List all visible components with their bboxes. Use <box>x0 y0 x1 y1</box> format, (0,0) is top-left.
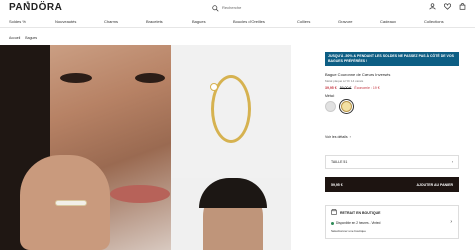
product-image[interactable] <box>171 45 291 178</box>
nav-item[interactable]: Colliers <box>297 19 310 24</box>
price-original: 59,00 € <box>339 86 352 90</box>
chevron-right-icon: › <box>349 135 351 139</box>
breadcrumb: Accueil Bagues <box>9 36 37 40</box>
heart-icon[interactable] <box>444 3 451 12</box>
chevron-right-icon: › <box>451 160 453 164</box>
product-panel: JUSQU'À -50% & PENDANT LES SOLDES NE PAS… <box>325 52 459 112</box>
nav-item[interactable]: Charms <box>104 19 118 24</box>
nav-item[interactable]: Nouveautés <box>55 19 76 24</box>
nav-item[interactable]: Cadeaux <box>380 19 396 24</box>
details-link[interactable]: Voir les détails › <box>325 135 351 139</box>
nav-item[interactable]: Soldes % <box>9 19 26 24</box>
nav-item[interactable]: Boucles d'Oreilles <box>233 19 265 24</box>
breadcrumb-home[interactable]: Accueil <box>9 36 20 40</box>
select-store-link[interactable]: Sélectionner une boutique <box>331 229 453 233</box>
store-pickup-box[interactable]: RETRAIT EN BOUTIQUE Disponible en 2 heur… <box>325 205 459 239</box>
nav-item[interactable]: Bracelets <box>146 19 163 24</box>
nav-item[interactable]: Bagues <box>192 19 206 24</box>
swatch-silver[interactable] <box>325 101 336 112</box>
add-to-cart-button[interactable]: 59,95 € AJOUTER AU PANIER <box>325 177 459 192</box>
model-photo-secondary[interactable] <box>171 178 291 250</box>
pickup-header: RETRAIT EN BOUTIQUE <box>331 209 453 216</box>
bag-icon[interactable] <box>459 3 466 12</box>
logo[interactable]: PANDÖRA <box>9 2 62 13</box>
availability-dot <box>331 221 334 225</box>
details-label: Voir les détails <box>325 135 348 139</box>
search-bar[interactable]: Recherche <box>212 3 274 12</box>
product-subtitle: Métal plaqué à l'Or 14 carats <box>325 79 364 83</box>
size-selector[interactable]: TAILLE 51 › <box>325 155 459 169</box>
breadcrumb-current[interactable]: Bagues <box>25 36 37 40</box>
cta-price: 59,95 € <box>331 182 343 187</box>
crown-icon: ♛ <box>26 0 30 5</box>
metal-swatches <box>325 101 459 112</box>
search-icon <box>212 0 219 17</box>
header-icons <box>429 3 466 12</box>
ring-icon <box>210 75 251 143</box>
ring-on-finger <box>55 200 87 206</box>
nav-item[interactable]: Collections <box>424 19 444 24</box>
search-input[interactable]: Recherche <box>222 5 241 10</box>
cta-label: AJOUTER AU PANIER <box>416 182 453 187</box>
price-saving: Économie : 19 € <box>354 86 380 90</box>
chevron-right-icon: › <box>450 219 452 225</box>
pickup-title: RETRAIT EN BOUTIQUE <box>340 210 381 215</box>
model-photo <box>0 45 171 250</box>
nav-item[interactable]: Gravure <box>338 19 352 24</box>
promo-banner: JUSQU'À -50% & PENDANT LES SOLDES NE PAS… <box>325 52 459 66</box>
price-row: 39,95 € 59,00 € Économie : 19 € <box>325 86 459 90</box>
product-title: Bague Couronne de Cœurs Inversés <box>325 72 391 77</box>
metal-label: Métal: <box>325 94 335 98</box>
top-bar: PANDÖRA ♛ Recherche <box>0 0 475 16</box>
pickup-status: Disponible en 2 heures - Vinted <box>331 221 453 225</box>
pickup-status-text: Disponible en 2 heures - Vinted <box>336 221 381 225</box>
store-icon <box>331 209 337 216</box>
price-current: 39,95 € <box>325 86 337 90</box>
swatch-gold[interactable] <box>341 101 352 112</box>
size-label: TAILLE 51 <box>331 160 348 164</box>
user-icon[interactable] <box>429 3 436 12</box>
category-nav: Soldes % Nouveautés Charms Bracelets Bag… <box>0 16 475 28</box>
